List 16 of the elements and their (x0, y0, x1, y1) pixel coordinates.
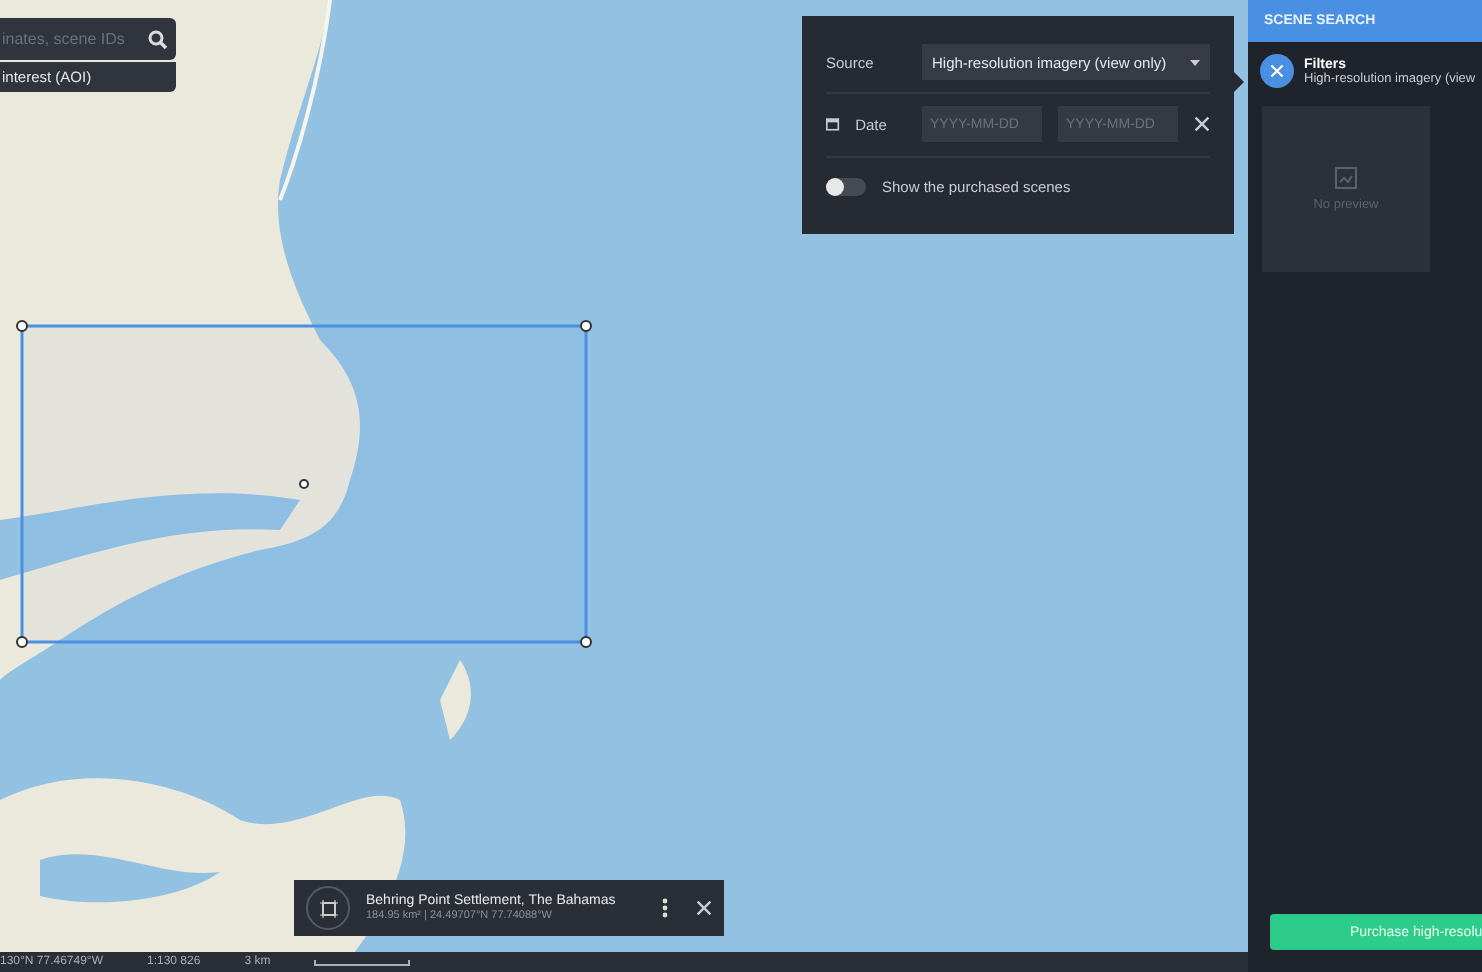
search-field[interactable]: inates, scene IDs (0, 18, 140, 60)
search-icon (148, 29, 168, 49)
close-icon (1194, 116, 1210, 133)
purchased-toggle[interactable] (826, 178, 866, 197)
clear-date-button[interactable] (1194, 116, 1210, 133)
calendar-icon (826, 116, 840, 133)
close-filters-button[interactable] (1260, 54, 1294, 88)
scale-bar (314, 959, 411, 965)
close-icon (1270, 64, 1284, 78)
image-icon (1334, 166, 1358, 190)
more-icon (662, 898, 668, 918)
close-button[interactable] (696, 900, 712, 916)
search-button[interactable] (140, 18, 176, 60)
more-button[interactable] (662, 898, 668, 918)
caret-icon (1190, 59, 1200, 66)
close-icon (696, 900, 712, 916)
